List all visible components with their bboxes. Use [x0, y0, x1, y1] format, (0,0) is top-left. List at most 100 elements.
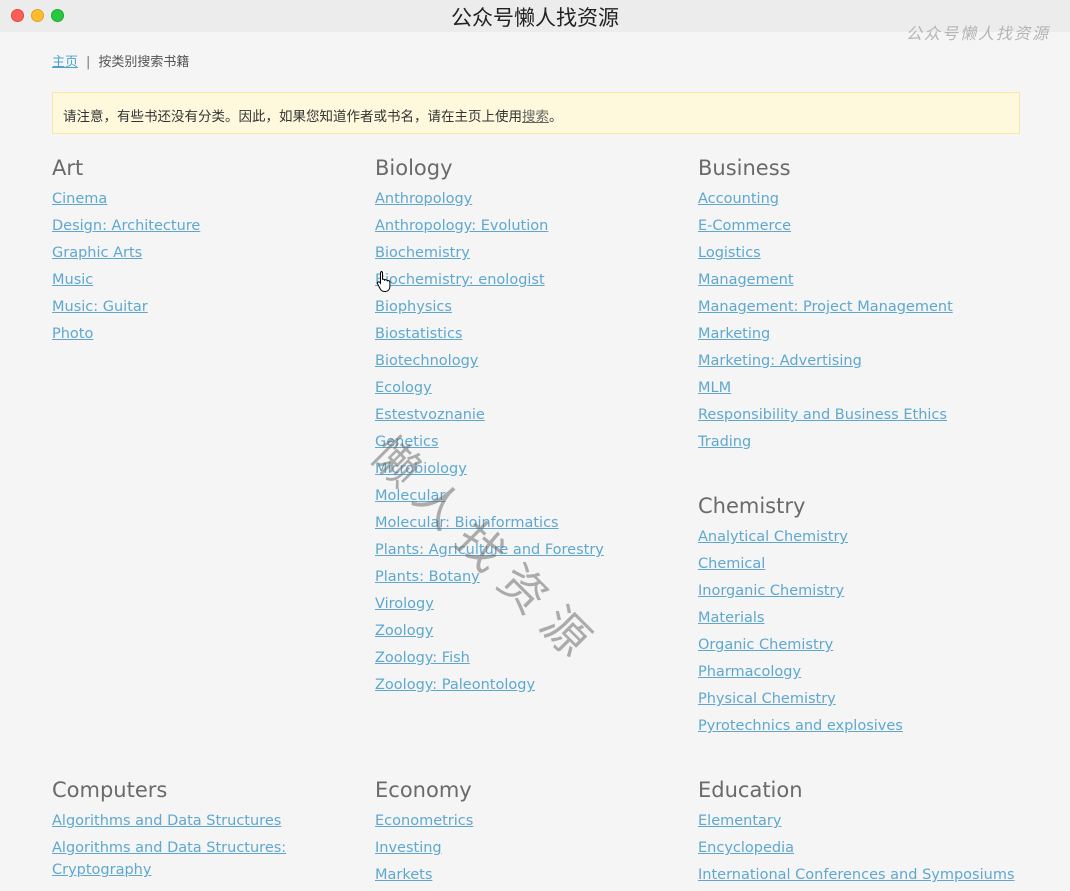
subcategory-link[interactable]: Biophysics: [375, 299, 452, 315]
subcategory-link[interactable]: Plants: Agriculture and Forestry: [375, 542, 604, 558]
category-title: Art: [52, 156, 84, 180]
category-list-item: Pyrotechnics and explosives: [698, 715, 1018, 737]
subcategory-link[interactable]: Trading: [698, 434, 751, 450]
subcategory-link[interactable]: Management: Project Management: [698, 299, 953, 315]
category-list-item: Management: [698, 269, 1018, 291]
category-title: Computers: [52, 778, 168, 802]
subcategory-link[interactable]: Management: [698, 272, 794, 288]
category-list-item: Econometrics: [375, 810, 695, 832]
category-list-item: Chemical: [698, 553, 1018, 575]
category-biology: Biology Anthropology Anthropology: Evolut…: [375, 155, 695, 701]
subcategory-link[interactable]: Econometrics: [375, 813, 473, 829]
subcategory-link[interactable]: Genetics: [375, 434, 439, 450]
subcategory-link[interactable]: Estestvoznanie: [375, 407, 485, 423]
category-list: Algorithms and Data Structures Algorithms…: [52, 810, 302, 881]
subcategory-link[interactable]: International Conferences and Symposiums: [698, 867, 1015, 883]
notice-end: 。: [549, 109, 563, 125]
category-list-item: Genetics: [375, 431, 695, 453]
subcategory-link[interactable]: Zoology: [375, 623, 433, 639]
unclassified-notice: 请注意，有些书还没有分类。因此，如果您知道作者或书名，请在主页上使用搜索。: [52, 92, 1020, 134]
category-list-item: Cinema: [52, 188, 372, 210]
subcategory-link[interactable]: Pharmacology: [698, 664, 801, 680]
category-business: Business Accounting E-Commerce Logistics Ma…: [698, 155, 1018, 458]
category-list-item: Anthropology: Evolution: [375, 215, 695, 237]
category-list-item: Plants: Botany: [375, 566, 695, 588]
subcategory-link[interactable]: Pyrotechnics and explosives: [698, 718, 903, 734]
subcategory-link[interactable]: MLM: [698, 380, 731, 396]
subcategory-link[interactable]: Responsibility and Business Ethics: [698, 407, 947, 423]
subcategory-link[interactable]: E-Commerce: [698, 218, 791, 234]
subcategory-link[interactable]: Biostatistics: [375, 326, 462, 342]
subcategory-link[interactable]: Algorithms and Data Structures: [52, 813, 281, 829]
category-list-item: Molecular: [375, 485, 695, 507]
category-list-item: Photo: [52, 323, 372, 345]
category-list-item: Microbiology: [375, 458, 695, 480]
subcategory-link[interactable]: Algorithms and Data Structures: Cryptogr…: [52, 840, 286, 878]
category-list-item: Biochemistry: [375, 242, 695, 264]
subcategory-link[interactable]: Anthropology: [375, 191, 472, 207]
subcategory-link[interactable]: Logistics: [698, 245, 761, 261]
category-list-item: Biostatistics: [375, 323, 695, 345]
subcategory-link[interactable]: Anthropology: Evolution: [375, 218, 548, 234]
subcategory-link[interactable]: Organic Chemistry: [698, 637, 833, 653]
subcategory-link[interactable]: Molecular: [375, 488, 445, 504]
subcategory-link[interactable]: Chemical: [698, 556, 765, 572]
category-title: Biology: [375, 156, 453, 180]
category-list-item: Design: Architecture: [52, 215, 372, 237]
subcategory-link[interactable]: Analytical Chemistry: [698, 529, 848, 545]
category-list-item: Biochemistry: enologist: [375, 269, 695, 291]
category-list-item: Trading: [698, 431, 1018, 453]
subcategory-link[interactable]: Investing: [375, 840, 442, 856]
subcategory-link[interactable]: Plants: Botany: [375, 569, 480, 585]
subcategory-link[interactable]: Elementary: [698, 813, 781, 829]
subcategory-link[interactable]: Photo: [52, 326, 93, 342]
subcategory-link[interactable]: Marketing: [698, 326, 770, 342]
subcategory-link[interactable]: Zoology: Paleontology: [375, 677, 535, 693]
category-list-item: Pharmacology: [698, 661, 1018, 683]
subcategory-link[interactable]: Ecology: [375, 380, 432, 396]
category-economy: Economy Econometrics Investing Markets: [375, 777, 695, 891]
category-list-item: Elementary: [698, 810, 1038, 832]
subcategory-link[interactable]: Biotechnology: [375, 353, 478, 369]
category-list-item: Zoology: Fish: [375, 647, 695, 669]
subcategory-link[interactable]: Inorganic Chemistry: [698, 583, 844, 599]
category-chemistry: Chemistry Analytical Chemistry Chemical In…: [698, 493, 1018, 742]
subcategory-link[interactable]: Cinema: [52, 191, 107, 207]
subcategory-link[interactable]: Virology: [375, 596, 434, 612]
category-list-item: Management: Project Management: [698, 296, 1018, 318]
breadcrumb-home-link[interactable]: 主页: [52, 55, 78, 70]
subcategory-link[interactable]: Biochemistry: enologist: [375, 272, 545, 288]
category-list-item: Biotechnology: [375, 350, 695, 372]
subcategory-link[interactable]: Biochemistry: [375, 245, 470, 261]
category-list-item: Marketing: Advertising: [698, 350, 1018, 372]
subcategory-link[interactable]: Markets: [375, 867, 432, 883]
subcategory-link[interactable]: Music: [52, 272, 93, 288]
category-title: Economy: [375, 778, 472, 802]
category-list-item: Plants: Agriculture and Forestry: [375, 539, 695, 561]
subcategory-link[interactable]: Zoology: Fish: [375, 650, 470, 666]
category-art: Art Cinema Design: Architecture Graphic Ar…: [52, 155, 372, 350]
category-list-item: Ecology: [375, 377, 695, 399]
category-list: Analytical Chemistry Chemical Inorganic Ch…: [698, 526, 1018, 737]
category-title: Business: [698, 156, 791, 180]
subcategory-link[interactable]: Design: Architecture: [52, 218, 200, 234]
breadcrumb: 主页 | 按类别搜索书籍: [52, 51, 189, 70]
subcategory-link[interactable]: Music: Guitar: [52, 299, 148, 315]
notice-search-link[interactable]: 搜索: [522, 109, 549, 125]
category-list: Econometrics Investing Markets: [375, 810, 695, 886]
subcategory-link[interactable]: Materials: [698, 610, 764, 626]
subcategory-link[interactable]: Microbiology: [375, 461, 467, 477]
subcategory-link[interactable]: Physical Chemistry: [698, 691, 836, 707]
subcategory-link[interactable]: Encyclopedia: [698, 840, 794, 856]
subcategory-link[interactable]: Molecular: Bioinformatics: [375, 515, 559, 531]
subcategory-link[interactable]: Accounting: [698, 191, 779, 207]
category-list: Anthropology Anthropology: Evolution Bioch…: [375, 188, 695, 696]
corner-watermark: 公众号懒人找资源: [905, 24, 1050, 43]
breadcrumb-current: 按类别搜索书籍: [98, 55, 190, 70]
category-list: Elementary Encyclopedia International Conf…: [698, 810, 1038, 886]
subcategory-link[interactable]: Graphic Arts: [52, 245, 142, 261]
category-list-item: International Conferences and Symposiums: [698, 864, 1038, 886]
category-education: Education Elementary Encyclopedia Internat…: [698, 777, 1038, 891]
category-list-item: Anthropology: [375, 188, 695, 210]
subcategory-link[interactable]: Marketing: Advertising: [698, 353, 862, 369]
